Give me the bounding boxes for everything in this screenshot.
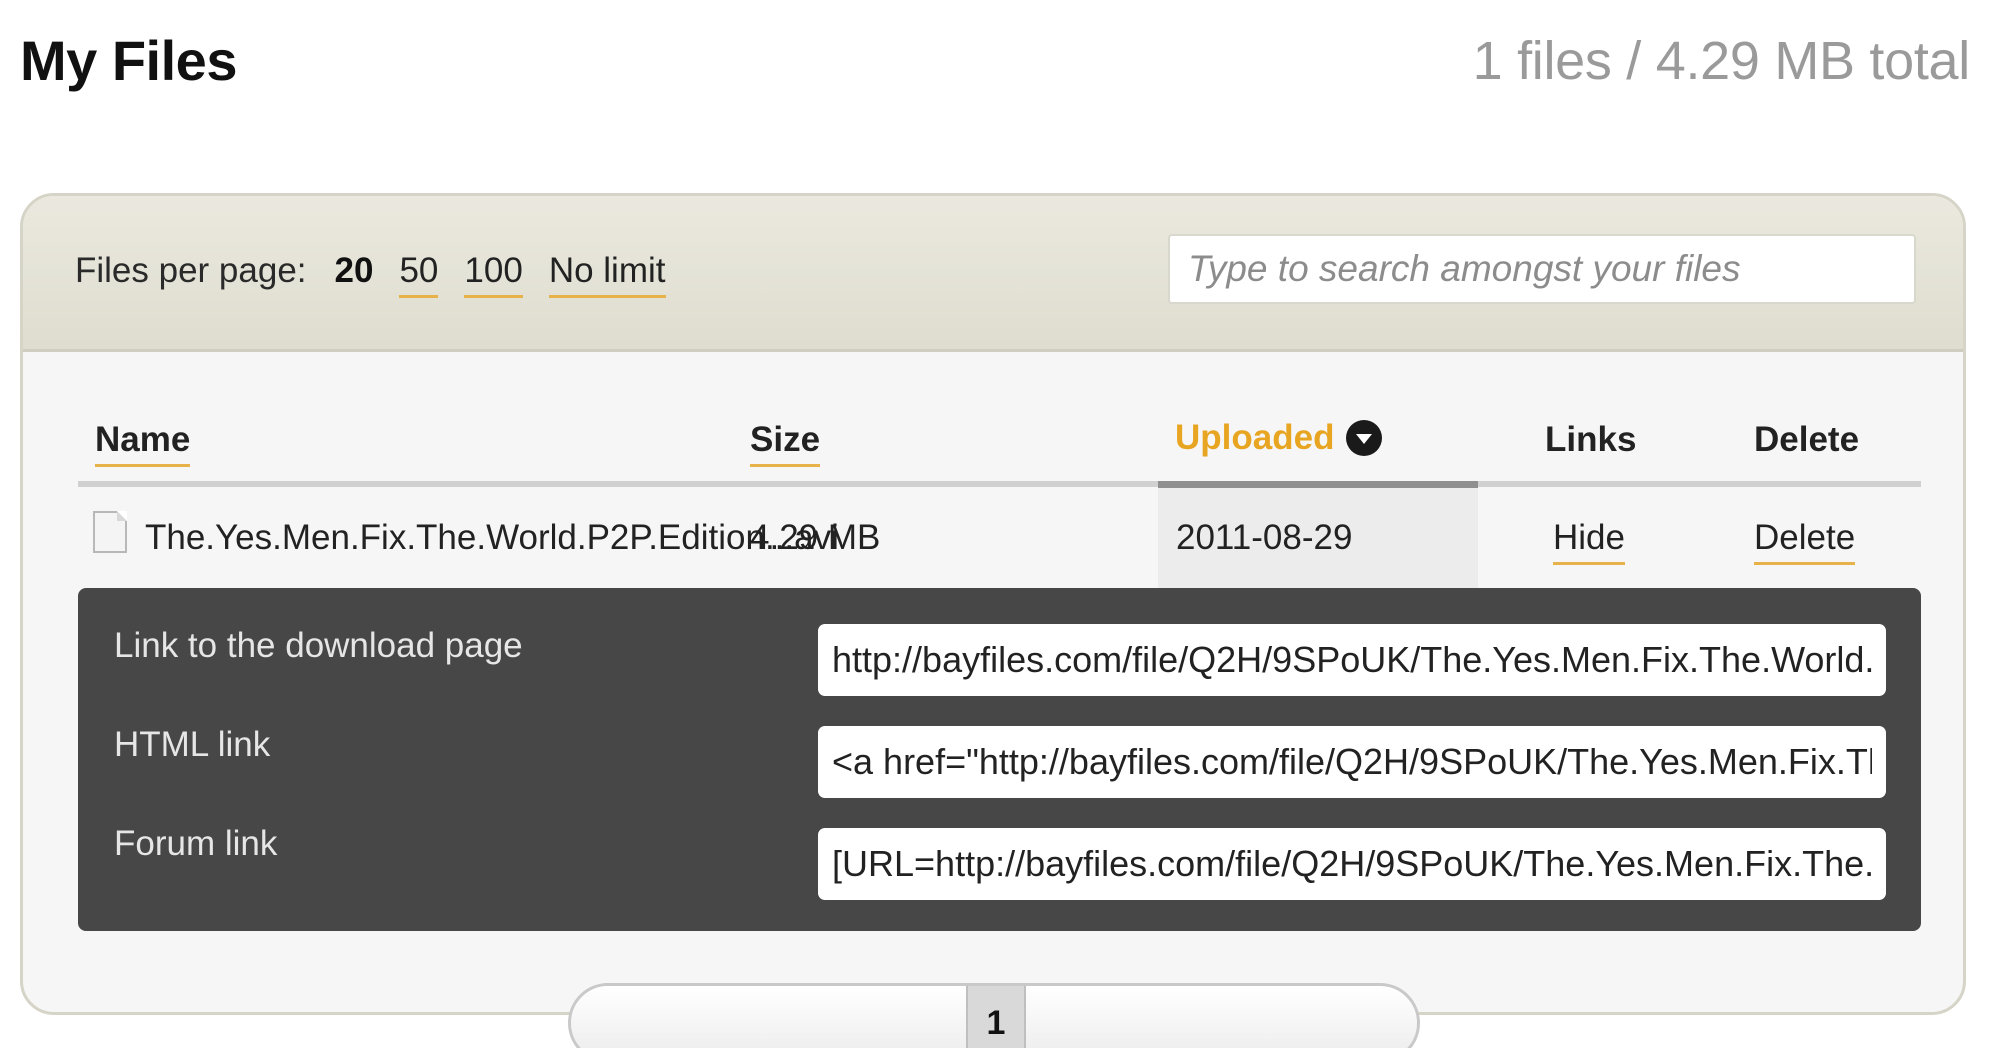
html-link-field[interactable] <box>818 726 1886 798</box>
files-total-summary: 1 files / 4.29 MB total <box>1472 31 1971 91</box>
column-header-delete: Delete <box>1754 420 1860 459</box>
files-toolbar: Files per page: 20 50 100 No limit <box>23 196 1963 352</box>
files-panel: Files per page: 20 50 100 No limit Name … <box>20 193 1966 1015</box>
pagination: 1 <box>568 983 1420 1048</box>
document-file-icon <box>93 511 127 553</box>
header-divider <box>78 481 1921 487</box>
search-input[interactable] <box>1168 234 1916 304</box>
download-link-label: Link to the download page <box>114 626 523 665</box>
column-header-links: Links <box>1545 420 1637 459</box>
forum-link-field[interactable] <box>818 828 1886 900</box>
column-header-uploaded[interactable]: Uploaded <box>1175 418 1383 458</box>
per-page-option-50[interactable]: 50 <box>399 251 439 298</box>
column-header-uploaded-label: Uploaded <box>1175 418 1335 457</box>
my-files-page: My Files 1 files / 4.29 MB total Files p… <box>0 0 2000 1048</box>
html-link-label: HTML link <box>114 725 271 764</box>
hide-links-link[interactable]: Hide <box>1553 518 1625 565</box>
file-size: 4.29 MB <box>750 518 881 557</box>
forum-link-label: Forum link <box>114 824 278 863</box>
download-link-field[interactable] <box>818 624 1886 696</box>
files-per-page-label: Files per page: <box>75 251 307 290</box>
file-upload-date: 2011-08-29 <box>1176 518 1353 557</box>
column-header-name[interactable]: Name <box>95 420 191 467</box>
delete-file-link[interactable]: Delete <box>1754 518 1856 565</box>
per-page-option-100[interactable]: 100 <box>464 251 523 298</box>
files-per-page: Files per page: 20 50 100 No limit <box>75 251 692 298</box>
per-page-option-no-limit[interactable]: No limit <box>548 251 666 298</box>
per-page-option-20[interactable]: 20 <box>335 251 374 295</box>
column-header-size[interactable]: Size <box>750 420 821 467</box>
sorted-column-indicator <box>1158 481 1478 488</box>
file-links-panel: Link to the download page HTML link Foru… <box>78 588 1921 931</box>
page-title: My Files <box>20 29 237 92</box>
sort-descending-icon[interactable] <box>1346 420 1383 456</box>
page-button-1[interactable]: 1 <box>966 986 1026 1048</box>
file-name[interactable]: The.Yes.Men.Fix.The.World.P2P.Edition...… <box>145 518 839 558</box>
